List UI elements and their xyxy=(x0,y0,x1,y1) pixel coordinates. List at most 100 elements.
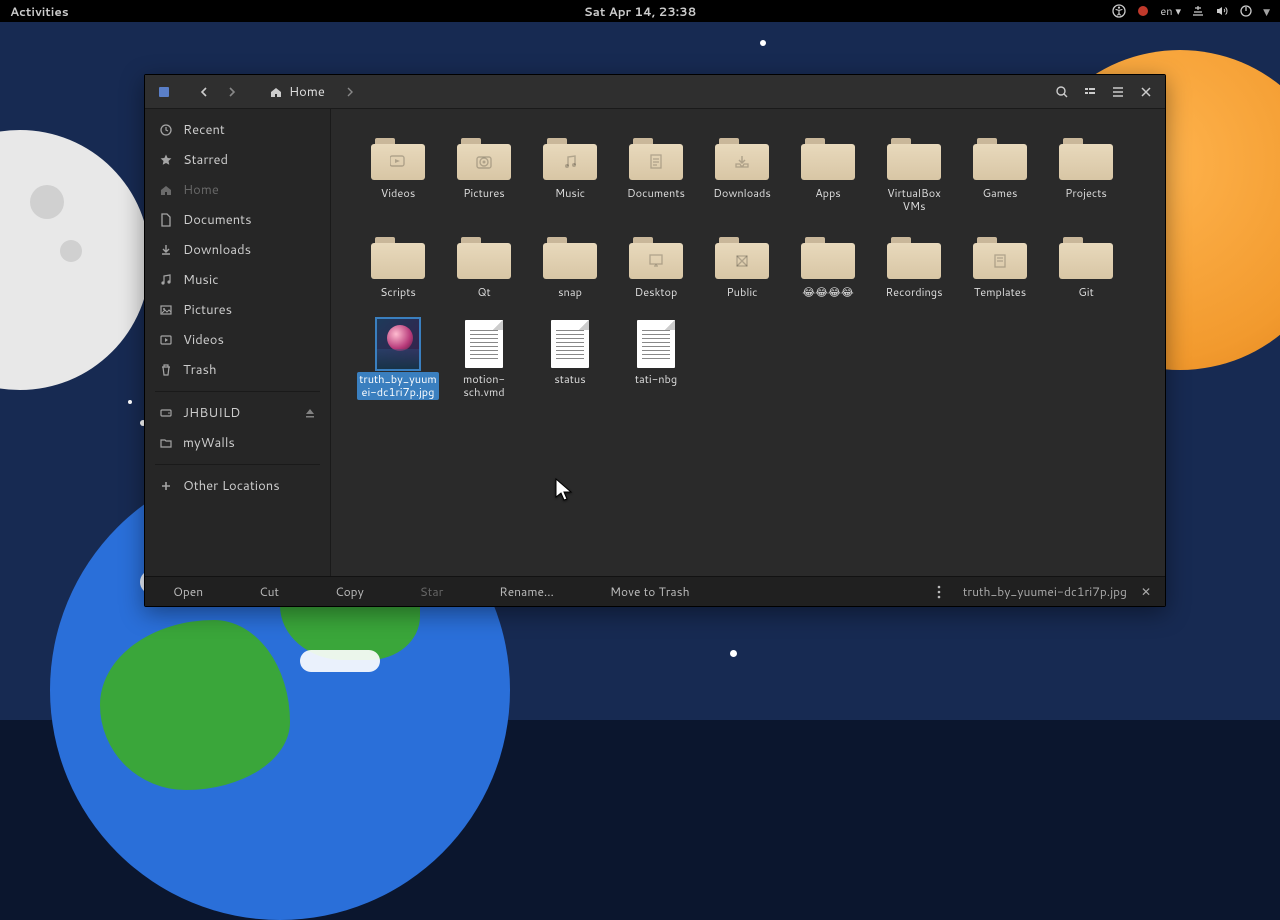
sidebar-item-label: Trash xyxy=(183,361,217,379)
panel-system-area: en ▾ ▼ xyxy=(1112,3,1280,19)
folder-icon xyxy=(159,436,173,450)
folder-games[interactable]: Games xyxy=(957,125,1043,218)
nav-forward-button[interactable] xyxy=(219,79,245,105)
folder-icon xyxy=(371,235,425,279)
sidebar-item-starred[interactable]: Starred xyxy=(145,145,330,175)
action-star[interactable]: Star xyxy=(392,577,471,606)
sidebar-item-home[interactable]: Home xyxy=(145,175,330,205)
folder-icon xyxy=(543,235,597,279)
plus-icon xyxy=(159,479,173,493)
folder-icon xyxy=(629,136,683,180)
sidebar-item-label: Recent xyxy=(183,121,225,139)
item-label: Git xyxy=(1076,285,1096,300)
sidebar-item-mywalls[interactable]: myWalls xyxy=(145,428,330,458)
folder-projects[interactable]: Projects xyxy=(1043,125,1129,218)
folder-apps[interactable]: Apps xyxy=(785,125,871,218)
folder-recordings[interactable]: Recordings xyxy=(871,224,957,304)
action-more[interactable] xyxy=(925,585,953,599)
image-thumb xyxy=(375,317,421,371)
file-motion-sch-vmd[interactable]: motion-sch.vmd xyxy=(441,311,527,404)
selection-close[interactable]: ✕ xyxy=(1137,583,1155,600)
folder-downloads[interactable]: Downloads xyxy=(699,125,785,218)
network-icon[interactable] xyxy=(1191,4,1205,18)
view-toggle-button[interactable] xyxy=(1077,79,1103,105)
folder-music[interactable]: Music xyxy=(527,125,613,218)
folder-git[interactable]: Git xyxy=(1043,224,1129,304)
item-label: motion-sch.vmd xyxy=(443,372,525,400)
sidebar-item-jhbuild[interactable]: JHBUILD xyxy=(145,398,330,428)
close-button[interactable] xyxy=(1133,79,1159,105)
item-label: Videos xyxy=(379,186,418,201)
sidebar-item-downloads[interactable]: Downloads xyxy=(145,235,330,265)
sidebar-item-other-locations[interactable]: Other Locations xyxy=(145,471,330,501)
files-window: Home RecentStarredHomeDocumentsDownloads… xyxy=(144,74,1166,607)
action-cut[interactable]: Cut xyxy=(231,577,307,606)
keyboard-lang[interactable]: en ▾ xyxy=(1160,3,1181,19)
file-status[interactable]: status xyxy=(527,311,613,404)
chevron-down-icon[interactable]: ▼ xyxy=(1263,5,1270,18)
drive-icon xyxy=(159,406,173,420)
folder-public[interactable]: Public xyxy=(699,224,785,304)
sidebar-item-label: Home xyxy=(183,181,219,199)
sidebar-item-pictures[interactable]: Pictures xyxy=(145,295,330,325)
sidebar-item-label: JHBUILD xyxy=(183,404,240,422)
folder-😂😂😂😂[interactable]: 😂😂😂😂 xyxy=(785,224,871,304)
item-label: Recordings xyxy=(883,285,944,300)
folder-desktop[interactable]: Desktop xyxy=(613,224,699,304)
sidebar-item-trash[interactable]: Trash xyxy=(145,355,330,385)
window-body: RecentStarredHomeDocumentsDownloadsMusic… xyxy=(145,109,1165,576)
action-copy[interactable]: Copy xyxy=(307,577,392,606)
sidebar-item-label: Videos xyxy=(183,331,224,349)
folder-snap[interactable]: snap xyxy=(527,224,613,304)
sidebar-item-label: Downloads xyxy=(183,241,251,259)
folder-virtualbox-vms[interactable]: VirtualBox VMs xyxy=(871,125,957,218)
folder-icon xyxy=(801,136,855,180)
sidebar-item-recent[interactable]: Recent xyxy=(145,115,330,145)
folder-icon xyxy=(887,136,941,180)
hamburger-menu-button[interactable] xyxy=(1105,79,1131,105)
sidebar-item-music[interactable]: Music xyxy=(145,265,330,295)
folder-templates[interactable]: Templates xyxy=(957,224,1043,304)
action-trash[interactable]: Move to Trash xyxy=(582,577,718,606)
sidebar-item-videos[interactable]: Videos xyxy=(145,325,330,355)
path-home[interactable]: Home xyxy=(259,79,335,105)
folder-videos[interactable]: Videos xyxy=(355,125,441,218)
action-open[interactable]: Open xyxy=(145,577,231,606)
folder-icon xyxy=(715,235,769,279)
file-truth-by-yuumei-dc1ri7p-jpg[interactable]: truth_by_yuumei-dc1ri7p.jpg xyxy=(355,311,441,404)
eject-icon[interactable] xyxy=(304,407,316,419)
sidebar-item-label: Pictures xyxy=(183,301,232,319)
new-tab-button[interactable] xyxy=(151,79,177,105)
content-area[interactable]: Videos PicturesMusicDocumentsDownloads App… xyxy=(331,109,1165,576)
folder-documents[interactable]: Documents xyxy=(613,125,699,218)
item-label: Scripts xyxy=(378,285,418,300)
folder-scripts[interactable]: Scripts xyxy=(355,224,441,304)
down-icon xyxy=(159,243,173,257)
item-label: Apps xyxy=(813,186,843,201)
activities-button[interactable]: Activities xyxy=(0,3,69,20)
power-icon[interactable] xyxy=(1239,4,1253,18)
action-rename[interactable]: Rename… xyxy=(471,577,582,606)
sidebar: Recent Starred Home Documents Downloads Music… xyxy=(145,109,331,576)
item-label: Projects xyxy=(1063,186,1109,201)
path-next-chevron[interactable] xyxy=(337,79,363,105)
doc-icon xyxy=(159,213,173,227)
volume-icon[interactable] xyxy=(1215,4,1229,18)
record-icon[interactable] xyxy=(1136,4,1150,18)
action-bar: Open Cut Copy Star Rename… Move to Trash… xyxy=(145,576,1165,606)
folder-qt[interactable]: Qt xyxy=(441,224,527,304)
folder-pictures[interactable]: Pictures xyxy=(441,125,527,218)
sidebar-item-label: Starred xyxy=(183,151,228,169)
nav-back-button[interactable] xyxy=(191,79,217,105)
selection-info: truth_by_yuumei-dc1ri7p.jpg ✕ xyxy=(953,583,1165,600)
item-label: Qt xyxy=(475,285,492,300)
folder-icon xyxy=(543,136,597,180)
search-button[interactable] xyxy=(1049,79,1075,105)
sidebar-item-documents[interactable]: Documents xyxy=(145,205,330,235)
file-tati-nbg[interactable]: tati-nbg xyxy=(613,311,699,404)
star-icon xyxy=(159,153,173,167)
panel-clock[interactable]: Sat Apr 14, 23:38 xyxy=(584,3,697,20)
folder-icon xyxy=(801,235,855,279)
doc-icon xyxy=(551,320,589,368)
a11y-icon[interactable] xyxy=(1112,4,1126,18)
